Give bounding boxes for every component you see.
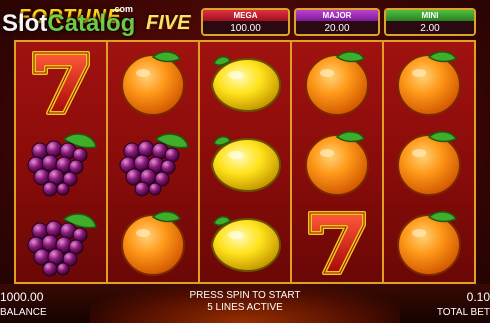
grapes-icon bbox=[112, 125, 194, 199]
jackpot-mini-label: MINI bbox=[386, 10, 474, 21]
watermark-accent: Catalog bbox=[47, 10, 136, 37]
reel-3 bbox=[200, 42, 292, 282]
jackpot-major: MAJOR 20.00 bbox=[294, 8, 380, 36]
reel-2 bbox=[108, 42, 200, 282]
balance-value: 1000.00 bbox=[0, 290, 44, 304]
game-stage: FORTUNE .com FIVE SlotCatalog MEGA 100.0… bbox=[0, 0, 490, 323]
grapes-icon bbox=[20, 125, 102, 199]
reel-1 bbox=[16, 42, 108, 282]
jackpot-mini-value: 2.00 bbox=[386, 21, 474, 34]
orange-icon bbox=[296, 45, 378, 119]
seven-icon bbox=[20, 45, 102, 119]
orange-icon bbox=[388, 45, 470, 119]
reel-grid bbox=[14, 40, 476, 284]
reel-4 bbox=[292, 42, 384, 282]
orange-icon bbox=[112, 205, 194, 279]
reel-5 bbox=[384, 42, 474, 282]
balance-label: BALANCE bbox=[0, 307, 47, 318]
total-bet-label: TOTAL BET bbox=[436, 307, 490, 318]
spin-prompt[interactable]: PRESS SPIN TO START bbox=[150, 290, 340, 301]
lemon-icon bbox=[204, 125, 286, 199]
orange-icon bbox=[388, 205, 470, 279]
lines-active: 5 LINES ACTIVE bbox=[207, 302, 283, 313]
orange-icon bbox=[388, 125, 470, 199]
watermark: SlotCatalog bbox=[2, 10, 135, 38]
watermark-main: Slot bbox=[2, 10, 48, 37]
jackpot-major-label: MAJOR bbox=[296, 10, 378, 21]
logo-five: FIVE bbox=[146, 12, 191, 34]
lemon-icon bbox=[204, 45, 286, 119]
total-bet-value: 0.10 bbox=[466, 290, 490, 304]
jackpot-mega-label: MEGA bbox=[203, 10, 288, 21]
jackpot-major-value: 20.00 bbox=[296, 21, 378, 34]
orange-icon bbox=[296, 125, 378, 199]
jackpot-mega-value: 100.00 bbox=[203, 21, 288, 34]
seven-icon bbox=[296, 205, 378, 279]
orange-icon bbox=[112, 45, 194, 119]
lemon-icon bbox=[204, 205, 286, 279]
jackpot-mini: MINI 2.00 bbox=[384, 8, 476, 36]
grapes-icon bbox=[20, 205, 102, 279]
jackpot-mega: MEGA 100.00 bbox=[201, 8, 290, 36]
